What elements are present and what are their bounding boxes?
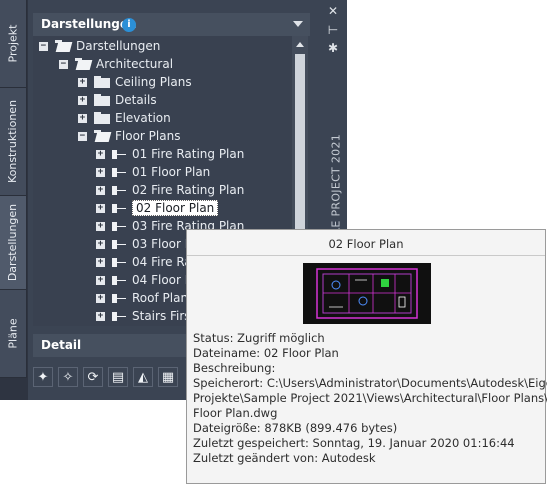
- tooltip-location-line-3: Floor Plan.dwg: [193, 406, 278, 420]
- collapse-icon[interactable]: −: [78, 131, 87, 141]
- tree-view-label: 02 Floor Plan: [132, 200, 219, 216]
- tree-view-label: 01 Floor Plan: [132, 165, 211, 179]
- tooltip-filesize: Dateigröße: 878KB (899.476 bytes): [193, 421, 398, 435]
- view-icon: [112, 239, 126, 250]
- new-section-icon[interactable]: ✧: [58, 367, 78, 387]
- tooltip-location-line-2: Projekte\Sample Project 2021\Views\Archi…: [193, 391, 547, 405]
- tree-node-label: Details: [115, 93, 157, 107]
- folder-icon: [94, 94, 110, 106]
- expand-icon[interactable]: +: [96, 239, 105, 249]
- view-icon: [112, 185, 126, 196]
- callout-icon[interactable]: ◭: [133, 367, 153, 387]
- scroll-up-icon[interactable]: [296, 42, 304, 47]
- expand-icon[interactable]: +: [96, 257, 105, 267]
- tooltip-status: Status: Zugriff möglich: [193, 331, 325, 345]
- tooltip-saved: Zuletzt gespeichert: Sonntag, 19. Januar…: [193, 436, 515, 450]
- panel-header: Darstellungen i: [33, 13, 310, 36]
- tab-plaene-label: Pläne: [6, 318, 20, 349]
- tree-view-label: 04 Floor P: [132, 273, 192, 287]
- folder-icon: [94, 112, 110, 124]
- expand-icon[interactable]: +: [78, 95, 87, 105]
- expand-icon[interactable]: +: [78, 77, 87, 87]
- tree-view-label: Roof Plan: [132, 291, 189, 305]
- tree-view-item-selected[interactable]: + 02 Floor Plan: [96, 199, 219, 217]
- tooltip-location-line-1: Speicherort: C:\Users\Administrator\Docu…: [193, 376, 547, 390]
- expand-icon[interactable]: +: [96, 221, 105, 231]
- scrollbar-thumb[interactable]: [295, 54, 305, 242]
- expand-icon[interactable]: +: [96, 149, 105, 159]
- view-icon: [112, 149, 126, 160]
- chevron-down-icon[interactable]: [293, 21, 303, 27]
- view-icon: [112, 293, 126, 304]
- tree-view-item[interactable]: + 03 Floor P: [96, 235, 192, 253]
- collapse-icon[interactable]: −: [39, 41, 48, 51]
- floor-plan-drawing: [316, 268, 418, 319]
- tree-node-label: Architectural: [96, 57, 174, 71]
- tooltip-divider: [187, 255, 545, 256]
- info-icon[interactable]: i: [122, 18, 136, 32]
- vertical-tab-strip: Projekt Konstruktionen Darstellungen Plä…: [0, 0, 28, 400]
- tab-darstellungen-label: Darstellungen: [6, 203, 20, 282]
- close-icon[interactable]: ✕: [326, 4, 340, 18]
- tree-node-label: Floor Plans: [115, 129, 181, 143]
- view-icon: [112, 221, 126, 232]
- settings-icon[interactable]: ✱: [326, 41, 340, 55]
- new-view-icon[interactable]: ✦: [33, 367, 53, 387]
- tooltip-filename: Dateiname: 02 Floor Plan: [193, 346, 339, 360]
- expand-icon[interactable]: +: [96, 275, 105, 285]
- tree-node-label: Darstellungen: [76, 39, 161, 53]
- collapse-icon[interactable]: −: [59, 59, 68, 69]
- folder-open-icon: [94, 130, 110, 142]
- expand-icon[interactable]: +: [96, 311, 105, 321]
- view-icon: [112, 257, 126, 268]
- tree-view-item[interactable]: + 04 Floor P: [96, 271, 192, 289]
- expand-icon[interactable]: +: [96, 293, 105, 303]
- tree-node-ceiling-plans[interactable]: + Ceiling Plans: [78, 73, 192, 91]
- folder-open-icon: [75, 58, 91, 70]
- tab-konstruktionen-label: Konstruktionen: [6, 99, 20, 184]
- tree-view-item[interactable]: + 01 Floor Plan: [96, 163, 210, 181]
- tree-node-root[interactable]: − Darstellungen: [39, 37, 160, 55]
- tab-projekt[interactable]: Projekt: [0, 0, 27, 88]
- view-icon: [112, 167, 126, 178]
- tree-view-label: 01 Fire Rating Plan: [132, 147, 245, 161]
- tab-konstruktionen[interactable]: Konstruktionen: [0, 88, 27, 196]
- tree-view-item[interactable]: + Stairs First: [96, 307, 195, 325]
- tree-view-item[interactable]: + 01 Fire Rating Plan: [96, 145, 244, 163]
- folder-icon: [94, 76, 110, 88]
- pin-icon[interactable]: ⊢: [326, 23, 340, 37]
- detail-title: Detail: [41, 338, 82, 352]
- tree-view-item[interactable]: + 04 Fire Rati: [96, 253, 200, 271]
- tree-view-label: 03 Floor P: [132, 237, 192, 251]
- view-icon: [112, 203, 126, 214]
- sheet-icon[interactable]: ▤: [108, 367, 128, 387]
- expand-icon[interactable]: +: [96, 203, 105, 213]
- tree-node-details[interactable]: + Details: [78, 91, 157, 109]
- tree-node-architectural[interactable]: − Architectural: [59, 55, 173, 73]
- tab-plaene[interactable]: Pläne: [0, 290, 27, 378]
- tree-node-label: Elevation: [115, 111, 171, 125]
- tree-node-elevation[interactable]: + Elevation: [78, 109, 171, 127]
- tree-view-label: 02 Fire Rating Plan: [132, 183, 245, 197]
- view-icon: [112, 275, 126, 286]
- tree-view-item[interactable]: + 02 Fire Rating Plan: [96, 181, 244, 199]
- properties-icon[interactable]: ▦: [158, 367, 178, 387]
- tab-darstellungen[interactable]: Darstellungen: [0, 196, 27, 290]
- tooltip-description: Beschreibung:: [193, 361, 276, 375]
- tab-projekt-label: Projekt: [6, 24, 20, 63]
- expand-icon[interactable]: +: [96, 185, 105, 195]
- folder-open-icon: [55, 40, 71, 52]
- view-tooltip: 02 Floor Plan Status: Zugriff möglich Da…: [186, 229, 547, 484]
- tree-view-item[interactable]: + Roof Plan: [96, 289, 188, 307]
- tooltip-title: 02 Floor Plan: [328, 237, 404, 251]
- expand-icon[interactable]: +: [78, 113, 87, 123]
- tooltip-properties: Status: Zugriff möglich Dateiname: 02 Fl…: [193, 331, 547, 466]
- tree-node-floor-plans[interactable]: − Floor Plans: [78, 127, 180, 145]
- regenerate-icon[interactable]: ⟳: [83, 367, 103, 387]
- tooltip-modified-by: Zuletzt geändert von: Autodesk: [193, 451, 376, 465]
- floor-plan-thumbnail: [303, 263, 431, 324]
- expand-icon[interactable]: +: [96, 167, 105, 177]
- tree-node-label: Ceiling Plans: [115, 75, 192, 89]
- view-icon: [112, 311, 126, 322]
